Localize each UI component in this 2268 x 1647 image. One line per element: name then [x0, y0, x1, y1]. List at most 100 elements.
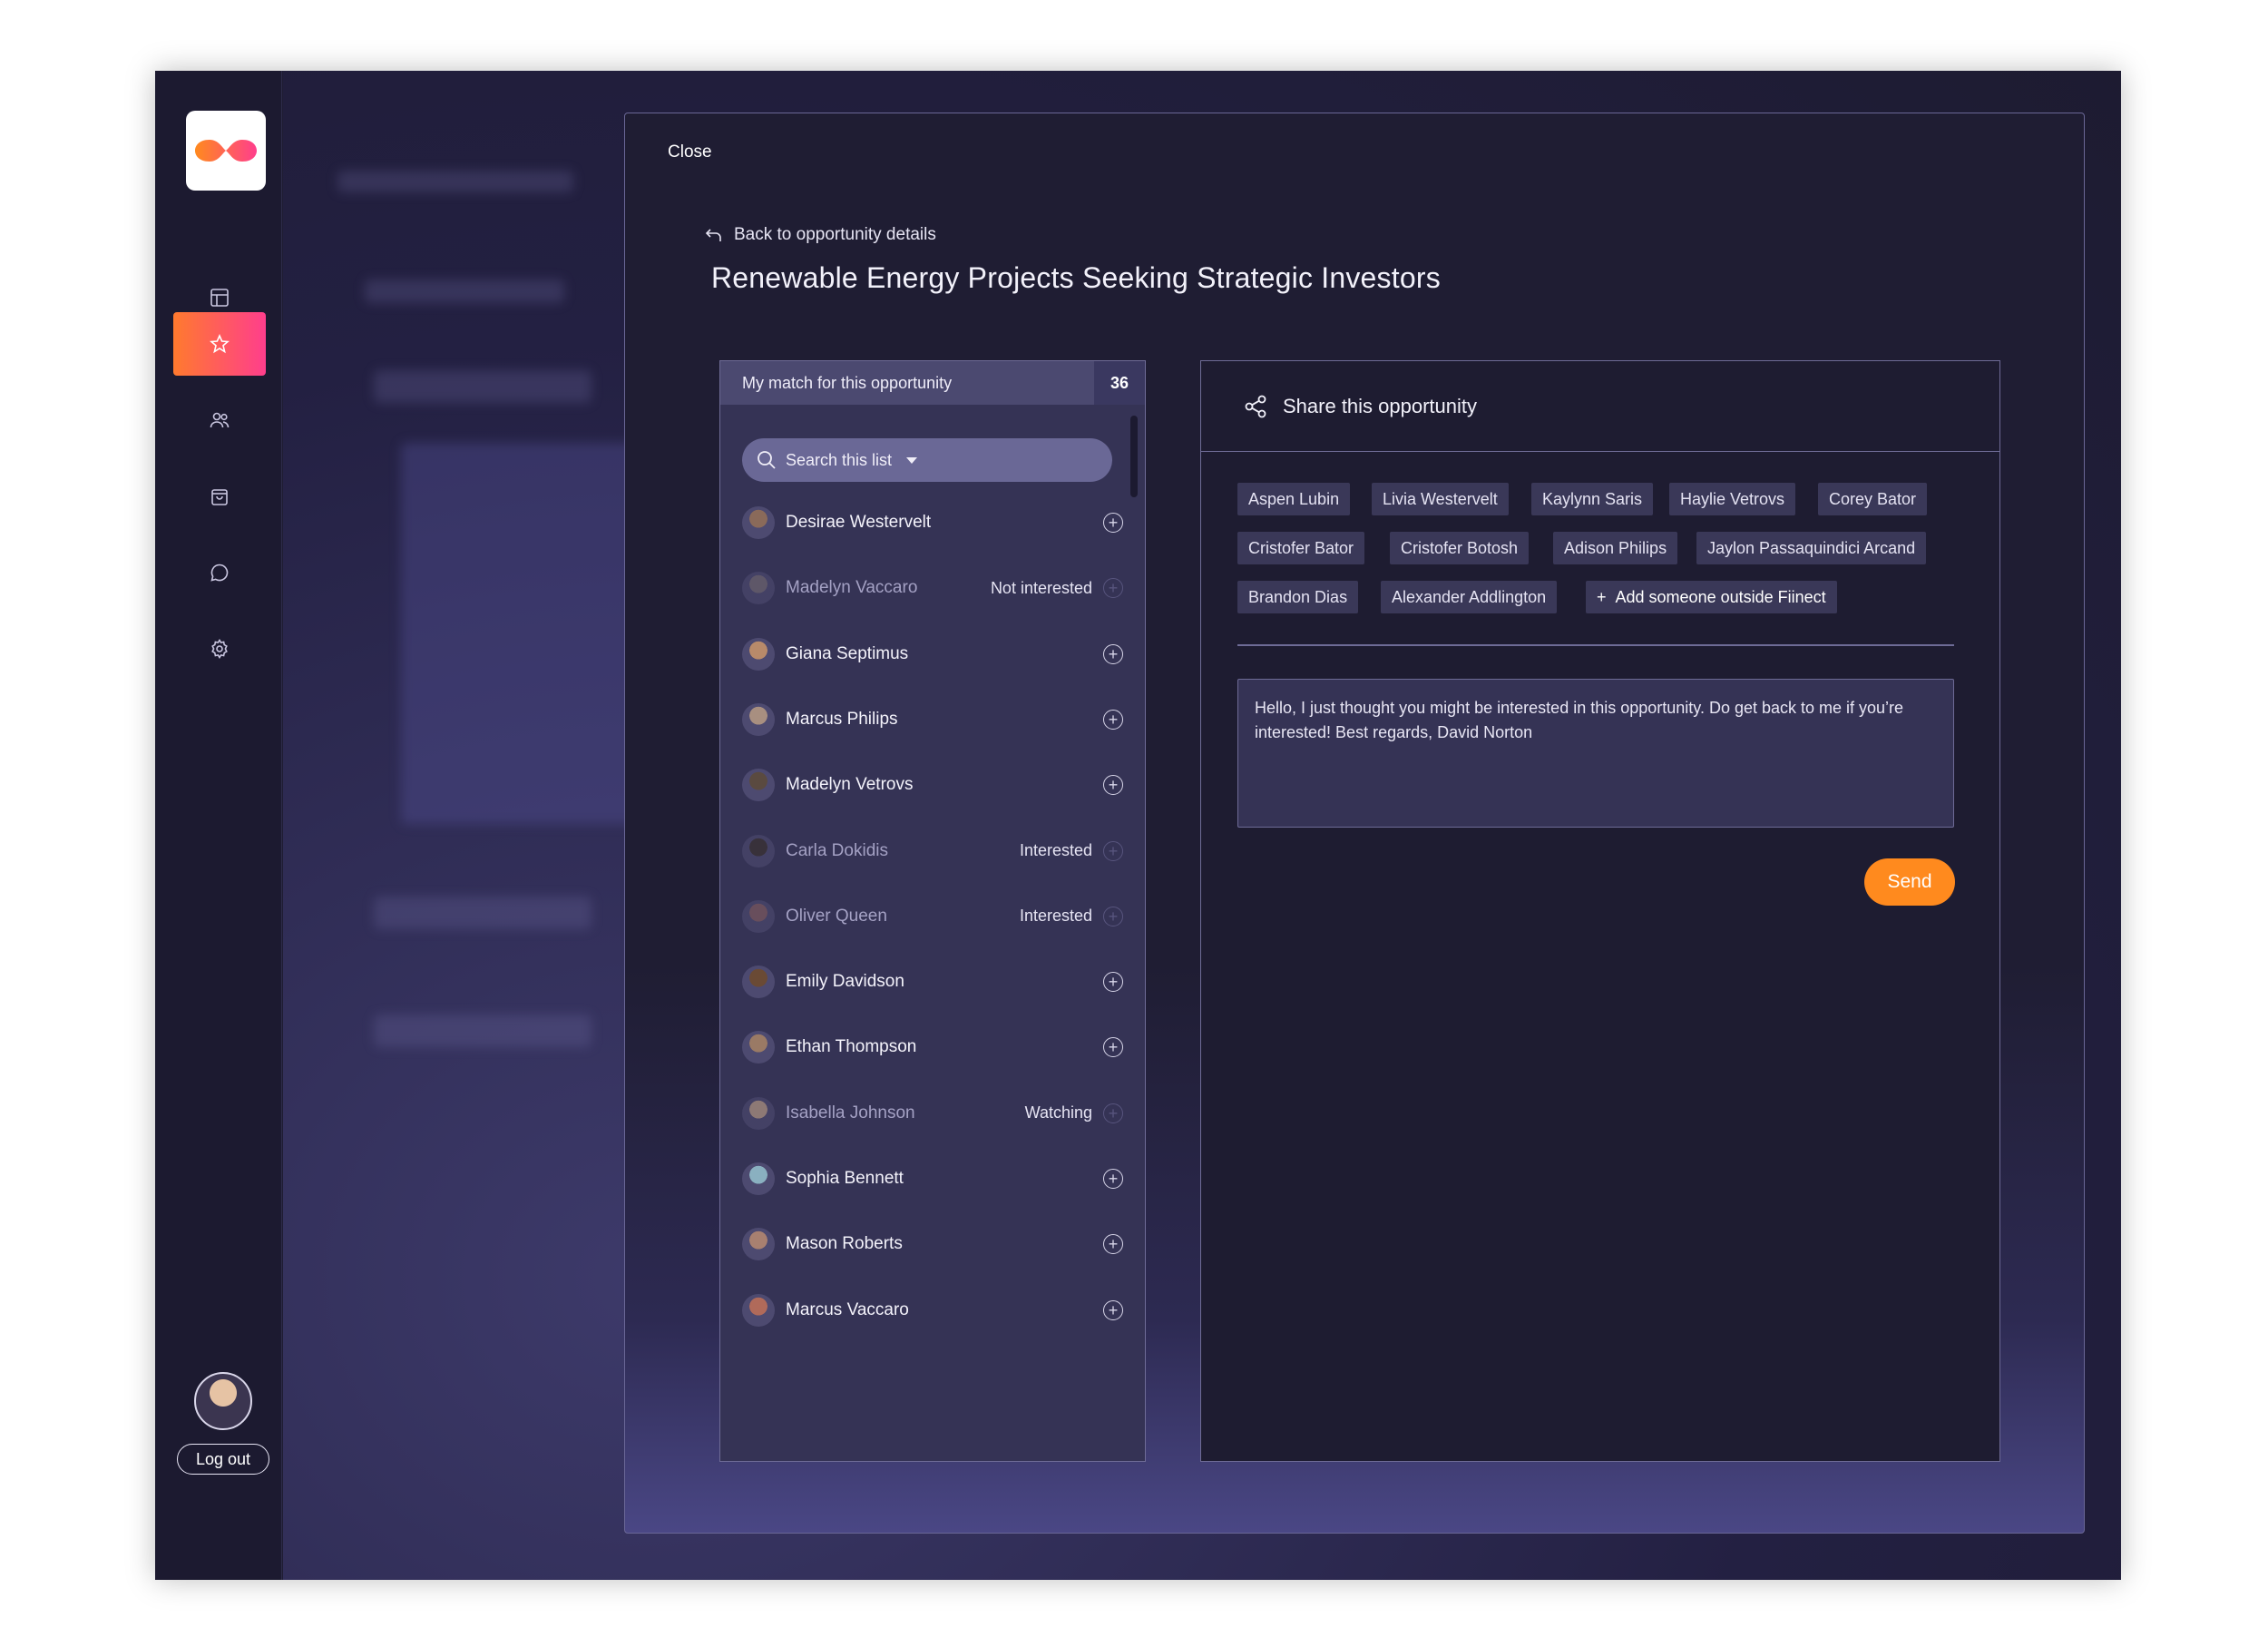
- list-scrollbar[interactable]: [1130, 416, 1138, 497]
- app-logo[interactable]: [186, 111, 266, 191]
- recipient-chip[interactable]: Kaylynn Saris: [1531, 483, 1654, 515]
- status-label: Interested: [1019, 907, 1092, 926]
- add-circle-icon[interactable]: +: [1103, 513, 1123, 533]
- send-button[interactable]: Send: [1864, 858, 1955, 906]
- blurred-section-title: [374, 897, 591, 929]
- person-name: Madelyn Vaccaro: [786, 578, 918, 598]
- blurred-tab: [365, 279, 564, 303]
- add-circle-icon: +: [1103, 906, 1123, 926]
- avatar: [742, 506, 775, 539]
- people-icon: [210, 412, 230, 428]
- back-link[interactable]: Back to opportunity details: [705, 225, 936, 245]
- add-outside-label: Add someone outside Fiinect: [1615, 587, 1826, 606]
- person-name: Ethan Thompson: [786, 1037, 917, 1057]
- person-name: Isabella Johnson: [786, 1103, 915, 1123]
- person-name: Mason Roberts: [786, 1234, 903, 1254]
- nav-messages[interactable]: [173, 541, 266, 604]
- nav-opportunities[interactable]: [173, 312, 266, 376]
- search-list-input[interactable]: Search this list: [742, 438, 1112, 482]
- gear-icon: [211, 638, 228, 660]
- list-item[interactable]: Marcus Philips +: [742, 700, 1123, 740]
- logout-button[interactable]: Log out: [177, 1444, 269, 1475]
- recipient-chip[interactable]: Jaylon Passaquindici Arcand: [1696, 532, 1927, 564]
- list-item[interactable]: Ethan Thompson +: [742, 1027, 1123, 1067]
- avatar: [742, 1031, 775, 1064]
- person-name: Marcus Vaccaro: [786, 1299, 909, 1319]
- list-item[interactable]: Mason Roberts +: [742, 1224, 1123, 1264]
- back-link-label: Back to opportunity details: [734, 225, 936, 244]
- add-circle-icon[interactable]: +: [1103, 709, 1123, 730]
- recipient-chip[interactable]: Corey Bator: [1818, 483, 1928, 515]
- share-icon: [1245, 395, 1266, 417]
- recipient-chip[interactable]: Aspen Lubin: [1237, 483, 1351, 515]
- add-circle-icon[interactable]: +: [1103, 1037, 1123, 1058]
- avatar: [742, 899, 775, 933]
- search-placeholder: Search this list: [786, 450, 893, 469]
- nav-marketplace[interactable]: [173, 465, 266, 528]
- avatar: [742, 769, 775, 802]
- add-circle-icon: +: [1103, 1103, 1123, 1123]
- blurred-section-title: [374, 1015, 591, 1047]
- message-textarea[interactable]: Hello, I just thought you might be inter…: [1237, 679, 1954, 828]
- list-item[interactable]: Emily Davidson +: [742, 962, 1123, 1002]
- avatar: [742, 702, 775, 736]
- recipient-chip[interactable]: Cristofer Bator: [1237, 532, 1365, 564]
- list-item[interactable]: Madelyn Vaccaro Not interested +: [742, 568, 1123, 608]
- add-circle-icon[interactable]: +: [1103, 1234, 1123, 1255]
- add-circle-icon[interactable]: +: [1103, 643, 1123, 664]
- page-title: Renewable Energy Projects Seeking Strate…: [711, 261, 1441, 294]
- list-item[interactable]: Giana Septimus +: [742, 634, 1123, 674]
- status-label: Watching: [1024, 1103, 1092, 1123]
- recipient-chip[interactable]: Alexander Addlington: [1381, 581, 1558, 613]
- avatar: [742, 1228, 775, 1261]
- avatar: [742, 637, 775, 671]
- person-name: Desirae Westervelt: [786, 513, 932, 532]
- add-circle-icon: +: [1103, 578, 1123, 599]
- share-header: Share this opportunity: [1201, 361, 1999, 452]
- share-heading: Share this opportunity: [1283, 394, 1478, 417]
- recipient-chip[interactable]: Adison Philips: [1553, 532, 1678, 564]
- user-avatar[interactable]: [194, 1372, 252, 1430]
- divider: [1237, 644, 1954, 646]
- app-window: Log out Close Back to opportunity detail…: [155, 71, 2121, 1580]
- match-list-panel: My match for this opportunity 36 Search …: [719, 360, 1146, 1462]
- add-circle-icon[interactable]: +: [1103, 1169, 1123, 1189]
- nav-settings[interactable]: [173, 617, 266, 681]
- add-circle-icon[interactable]: +: [1103, 972, 1123, 993]
- list-item[interactable]: Isabella Johnson Watching +: [742, 1093, 1123, 1133]
- match-list-title: My match for this opportunity: [742, 373, 953, 392]
- add-circle-icon: +: [1103, 840, 1123, 861]
- sidebar: Log out: [155, 71, 282, 1580]
- infinity-logo-icon: [195, 140, 257, 162]
- recipient-chip[interactable]: Livia Westervelt: [1372, 483, 1509, 515]
- recipient-chip[interactable]: Brandon Dias: [1237, 581, 1359, 613]
- add-circle-icon[interactable]: +: [1103, 1299, 1123, 1320]
- nav-people[interactable]: [173, 388, 266, 452]
- list-item[interactable]: Desirae Westervelt +: [742, 503, 1123, 543]
- match-list-header: My match for this opportunity 36: [720, 361, 1145, 405]
- chevron-down-icon: [906, 456, 918, 464]
- person-name: Carla Dokidis: [786, 840, 888, 860]
- blurred-heading: [337, 171, 573, 192]
- recipient-chip[interactable]: Cristofer Botosh: [1390, 532, 1530, 564]
- recipient-chip[interactable]: Haylie Vetrovs: [1669, 483, 1796, 515]
- list-item[interactable]: Marcus Vaccaro +: [742, 1290, 1123, 1330]
- add-circle-icon[interactable]: +: [1103, 775, 1123, 796]
- shopping-bag-icon: [211, 489, 228, 505]
- list-item[interactable]: Carla Dokidis Interested +: [742, 831, 1123, 871]
- share-panel: Share this opportunity Aspen Lubin Livia…: [1200, 360, 2000, 1462]
- avatar: [742, 966, 775, 999]
- avatar: [742, 834, 775, 868]
- back-arrow-icon: [705, 229, 721, 241]
- list-item[interactable]: Oliver Queen Interested +: [742, 897, 1123, 936]
- list-item[interactable]: Sophia Bennett +: [742, 1159, 1123, 1199]
- person-name: Oliver Queen: [786, 906, 887, 926]
- list-item[interactable]: Madelyn Vetrovs +: [742, 765, 1123, 805]
- dashboard-icon: [210, 289, 229, 307]
- add-outside-button[interactable]: + Add someone outside Fiinect: [1586, 581, 1837, 613]
- close-button[interactable]: Close: [668, 142, 712, 162]
- status-label: Interested: [1019, 841, 1092, 859]
- search-icon: [758, 451, 776, 469]
- person-name: Madelyn Vetrovs: [786, 775, 914, 795]
- star-icon: [210, 333, 230, 354]
